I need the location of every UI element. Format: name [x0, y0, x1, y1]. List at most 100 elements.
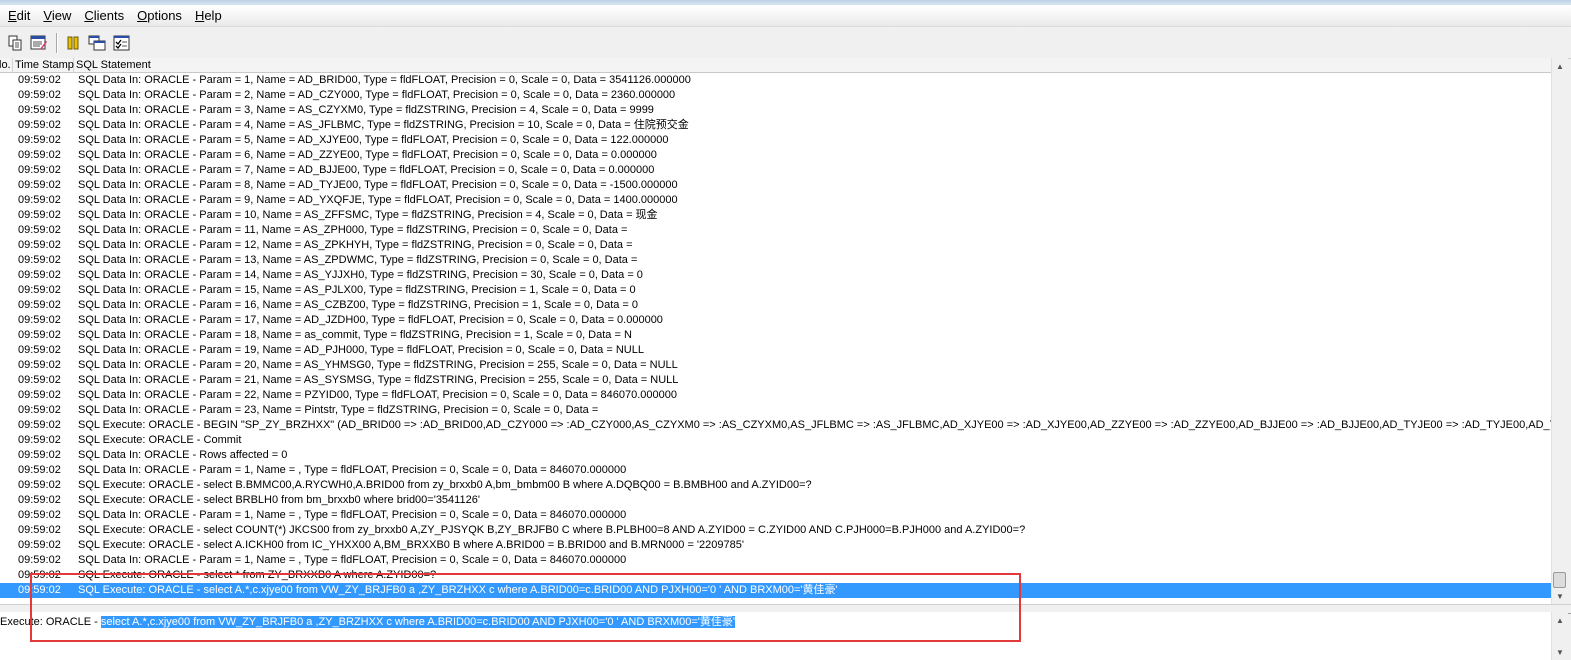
row-timestamp: 09:59:02 — [18, 194, 61, 206]
menu-edit[interactable]: Edit — [3, 6, 35, 26]
row-timestamp: 09:59:02 — [18, 104, 61, 116]
log-scrollbar[interactable]: ▲ ▼ — [1551, 58, 1568, 604]
row-sql-statement: SQL Data In: ORACLE - Param = 21, Name =… — [78, 374, 679, 386]
table-row[interactable]: 09:59:02 SQL Data In: ORACLE - Param = 13… — [0, 253, 1551, 268]
trace-options-button[interactable] — [111, 32, 133, 54]
table-row[interactable]: 09:59:02 SQL Data In: ORACLE - Param = 5,… — [0, 133, 1551, 148]
menu-mnemonic: O — [137, 7, 148, 23]
table-row[interactable]: 09:59:02 SQL Data In: ORACLE - Param = 3,… — [0, 103, 1551, 118]
table-row[interactable]: 09:59:02 SQL Data In: ORACLE - Param = 12… — [0, 238, 1551, 253]
table-row[interactable]: 09:59:02 SQL Execute: ORACLE - select COU… — [0, 523, 1551, 538]
table-row[interactable]: 09:59:02 SQL Execute: ORACLE - Commit — [0, 433, 1551, 448]
table-row[interactable]: 09:59:02 SQL Data In: ORACLE - Param = 18… — [0, 328, 1551, 343]
statement-detail-text[interactable]: Execute: ORACLE - select A.*,c.xjye00 fr… — [0, 615, 735, 630]
row-sql-statement: SQL Execute: ORACLE - select BRBLH0 from… — [78, 494, 480, 506]
table-row[interactable]: 09:59:02 SQL Data In: ORACLE - Param = 11… — [0, 223, 1551, 238]
menu-view[interactable]: View — [38, 6, 76, 26]
table-row[interactable]: 09:59:02 SQL Data In: ORACLE - Param = 16… — [0, 298, 1551, 313]
table-row[interactable]: 09:59:02 SQL Data In: ORACLE - Param = 1,… — [0, 73, 1551, 88]
copy-icon — [8, 35, 22, 51]
table-row[interactable]: 09:59:02 SQL Data In: ORACLE - Param = 23… — [0, 403, 1551, 418]
table-row[interactable]: 09:59:02 SQL Data In: ORACLE - Param = 4,… — [0, 118, 1551, 133]
menu-help[interactable]: Help — [190, 6, 227, 26]
row-timestamp: 09:59:02 — [18, 209, 61, 221]
detail-scroll-down-icon[interactable]: ▼ — [1552, 644, 1568, 660]
table-row[interactable]: 09:59:02 SQL Data In: ORACLE - Param = 8,… — [0, 178, 1551, 193]
row-timestamp: 09:59:02 — [18, 539, 61, 551]
row-timestamp: 09:59:02 — [18, 449, 61, 461]
table-row[interactable]: 09:59:02 SQL Data In: ORACLE - Param = 1,… — [0, 508, 1551, 523]
table-row[interactable]: 09:59:02 SQL Execute: ORACLE - select B.B… — [0, 478, 1551, 493]
table-row[interactable]: 09:59:02 SQL Data In: ORACLE - Param = 7,… — [0, 163, 1551, 178]
row-timestamp: 09:59:02 — [18, 434, 61, 446]
table-row[interactable]: 09:59:02 SQL Data In: ORACLE - Param = 17… — [0, 313, 1551, 328]
table-row[interactable]: 09:59:02 SQL Data In: ORACLE - Param = 1,… — [0, 553, 1551, 568]
row-timestamp: 09:59:02 — [18, 269, 61, 281]
row-timestamp: 09:59:02 — [18, 224, 61, 236]
row-timestamp: 09:59:02 — [18, 419, 61, 431]
table-row[interactable]: 09:59:02 SQL Data In: ORACLE - Rows affec… — [0, 448, 1551, 463]
table-row[interactable]: 09:59:02 SQL Data In: ORACLE - Param = 14… — [0, 268, 1551, 283]
table-row[interactable]: 09:59:02 SQL Execute: ORACLE - select BRB… — [0, 493, 1551, 508]
table-row[interactable]: 09:59:02 SQL Data In: ORACLE - Param = 15… — [0, 283, 1551, 298]
column-header-sql[interactable]: SQL Statement — [74, 58, 1546, 72]
table-row[interactable]: 09:59:02 SQL Data In: ORACLE - Param = 9,… — [0, 193, 1551, 208]
pause-icon — [67, 36, 79, 50]
detail-selected-text[interactable]: select A.*,c.xjye00 from VW_ZY_BRJFB0 a … — [100, 616, 735, 628]
row-sql-statement: SQL Data In: ORACLE - Param = 12, Name =… — [78, 239, 633, 251]
row-timestamp: 09:59:02 — [18, 179, 61, 191]
row-timestamp: 09:59:02 — [18, 314, 61, 326]
row-sql-statement: SQL Execute: ORACLE - select COUNT(*) JK… — [78, 524, 1026, 536]
pause-button[interactable] — [62, 32, 84, 54]
table-row[interactable]: 09:59:02 SQL Data In: ORACLE - Param = 10… — [0, 208, 1551, 223]
menu-edit-label: Edit — [8, 7, 31, 23]
table-row[interactable]: 09:59:02 SQL Data In: ORACLE - Param = 22… — [0, 388, 1551, 403]
row-sql-statement: SQL Data In: ORACLE - Param = 6, Name = … — [78, 149, 657, 161]
column-header-timestamp-label: Time Stamp — [15, 59, 74, 71]
row-sql-statement: SQL Data In: ORACLE - Param = 8, Name = … — [78, 179, 678, 191]
table-row[interactable]: 09:59:02 SQL Execute: ORACLE - select * f… — [0, 568, 1551, 583]
column-header-no[interactable]: lo. — [0, 58, 13, 72]
table-row[interactable]: 09:59:02 SQL Data In: ORACLE - Param = 21… — [0, 373, 1551, 388]
cascade-windows-icon — [88, 35, 106, 51]
table-row[interactable]: 09:59:02 SQL Data In: ORACLE - Param = 2,… — [0, 88, 1551, 103]
clear-log-button[interactable] — [28, 32, 50, 54]
windows-button[interactable] — [86, 32, 108, 54]
table-row[interactable]: 09:59:02 SQL Execute: ORACLE - select A.I… — [0, 538, 1551, 553]
row-timestamp: 09:59:02 — [18, 374, 61, 386]
scroll-up-arrow-icon[interactable]: ▲ — [1552, 58, 1568, 74]
menu-mnemonic: C — [84, 7, 94, 23]
row-sql-statement: SQL Data In: ORACLE - Param = 18, Name =… — [78, 329, 632, 341]
sql-log-table[interactable]: lo. Time Stamp SQL Statement 09:59:02 SQL… — [0, 58, 1551, 604]
menu-clients[interactable]: Clients — [79, 6, 129, 26]
table-row[interactable]: 09:59:02 SQL Data In: ORACLE - Param = 1,… — [0, 463, 1551, 478]
menu-options[interactable]: Options — [132, 6, 187, 26]
table-row[interactable]: 09:59:02 SQL Data In: ORACLE - Param = 20… — [0, 358, 1551, 373]
row-timestamp: 09:59:02 — [18, 554, 61, 566]
table-row[interactable]: 09:59:02 SQL Execute: ORACLE - BEGIN "SP_… — [0, 418, 1551, 433]
row-sql-statement: SQL Data In: ORACLE - Param = 1, Name = … — [78, 509, 627, 521]
table-row[interactable]: 09:59:02 SQL Data In: ORACLE - Param = 6,… — [0, 148, 1551, 163]
table-row[interactable]: 09:59:02 SQL Execute: ORACLE - select A.*… — [0, 583, 1551, 598]
scroll-down-arrow-icon[interactable]: ▼ — [1552, 588, 1568, 604]
column-header-timestamp[interactable]: Time Stamp — [13, 58, 74, 72]
row-timestamp: 09:59:02 — [18, 494, 61, 506]
statement-detail-pane[interactable]: Execute: ORACLE - select A.*,c.xjye00 fr… — [0, 612, 1551, 660]
row-timestamp: 09:59:02 — [18, 164, 61, 176]
row-sql-statement: SQL Data In: ORACLE - Param = 1, Name = … — [78, 464, 627, 476]
menu-help-label: Help — [194, 7, 222, 23]
row-timestamp: 09:59:02 — [18, 329, 61, 341]
menu-clients-label: Clients — [84, 7, 125, 23]
row-sql-statement: SQL Data In: ORACLE - Param = 22, Name =… — [78, 389, 678, 401]
detail-scrollbar[interactable]: ▲ ▼ — [1551, 612, 1568, 660]
row-timestamp: 09:59:02 — [18, 479, 61, 491]
table-row[interactable]: 09:59:02 SQL Data In: ORACLE - Param = 19… — [0, 343, 1551, 358]
row-sql-statement: SQL Data In: ORACLE - Param = 5, Name = … — [78, 134, 669, 146]
scroll-thumb[interactable] — [1553, 572, 1566, 588]
row-timestamp: 09:59:02 — [18, 134, 61, 146]
column-header-sql-label: SQL Statement — [76, 59, 151, 71]
copy-button[interactable] — [4, 32, 26, 54]
row-sql-statement: SQL Data In: ORACLE - Param = 10, Name =… — [78, 209, 658, 221]
row-sql-statement: SQL Data In: ORACLE - Param = 3, Name = … — [78, 104, 654, 116]
detail-scroll-up-icon[interactable]: ▲ — [1552, 612, 1568, 628]
